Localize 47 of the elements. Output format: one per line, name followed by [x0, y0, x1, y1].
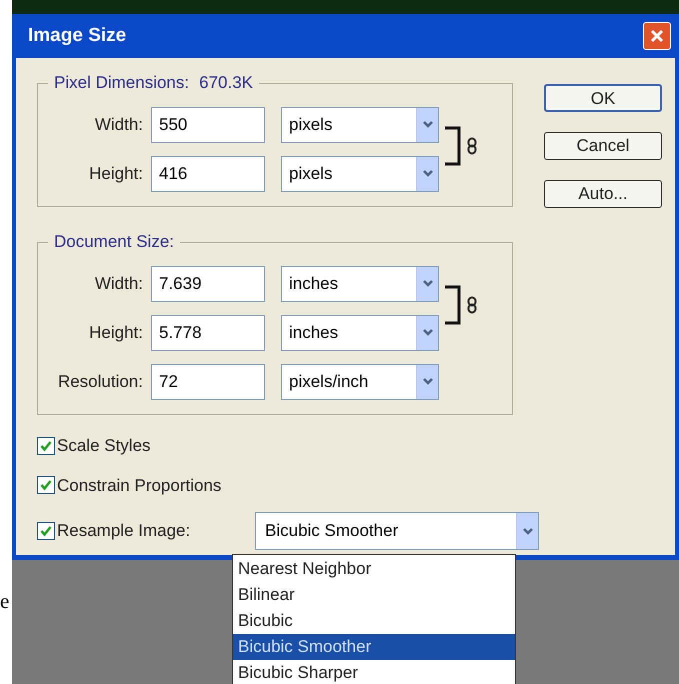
page-text-fragment: e: [0, 591, 10, 612]
dialog-button[interactable]: Auto...: [544, 180, 662, 208]
checkbox[interactable]: [37, 522, 55, 540]
resample-dropdown[interactable]: Bicubic Smoother: [255, 512, 539, 550]
checkbox-label: Resample Image:: [57, 520, 192, 542]
caret-icon: [516, 513, 538, 549]
value-field[interactable]: 7.639: [151, 266, 265, 302]
caret-icon: [416, 266, 438, 300]
checkbox-label: Scale Styles: [57, 435, 151, 457]
value-field[interactable]: 72: [151, 364, 265, 400]
caret-icon: [416, 156, 438, 190]
field-label: Width:: [94, 272, 144, 295]
close-button[interactable]: [643, 22, 671, 50]
dropdown-option[interactable]: Bilinear: [233, 582, 515, 608]
caret-icon: [416, 316, 438, 350]
unit-dropdown[interactable]: pixels: [281, 156, 439, 192]
dialog-button[interactable]: Cancel: [544, 132, 662, 160]
group-title: Document Size:: [54, 232, 174, 251]
dropdown-option[interactable]: Bicubic: [233, 608, 515, 634]
field-label: Height:: [88, 162, 144, 185]
dialog-button[interactable]: OK: [544, 84, 662, 112]
close-icon: [649, 28, 665, 44]
group-title: Pixel Dimensions:: [54, 73, 190, 92]
unit-dropdown[interactable]: pixels: [281, 106, 439, 142]
checkbox[interactable]: [37, 476, 55, 494]
field-label: Resolution:: [56, 370, 144, 393]
dropdown-option[interactable]: Nearest Neighbor: [233, 556, 515, 582]
unit-dropdown[interactable]: inches: [281, 266, 439, 302]
unit-dropdown[interactable]: inches: [281, 314, 439, 350]
checkbox-label: Constrain Proportions: [57, 474, 222, 496]
group-value: 670.3K: [199, 73, 253, 92]
field-label: Height:: [88, 322, 144, 344]
value-field[interactable]: 416: [151, 156, 265, 192]
window-title: Image Size: [28, 24, 126, 48]
checkbox[interactable]: [37, 436, 55, 455]
unit-dropdown[interactable]: pixels/inch: [281, 364, 439, 400]
bracket-icon: [443, 126, 463, 166]
dropdown-option[interactable]: Bicubic Sharper: [233, 660, 515, 684]
value-field[interactable]: 550: [151, 106, 265, 142]
field-label: Width:: [94, 114, 144, 136]
chain-link-icon: [467, 296, 477, 314]
chain-link-icon: [467, 137, 477, 155]
caret-icon: [416, 108, 438, 142]
value-field[interactable]: 5.778: [151, 314, 265, 350]
bracket-icon: [443, 285, 463, 325]
caret-icon: [416, 364, 438, 398]
dropdown-option[interactable]: Bicubic Smoother: [233, 634, 515, 660]
